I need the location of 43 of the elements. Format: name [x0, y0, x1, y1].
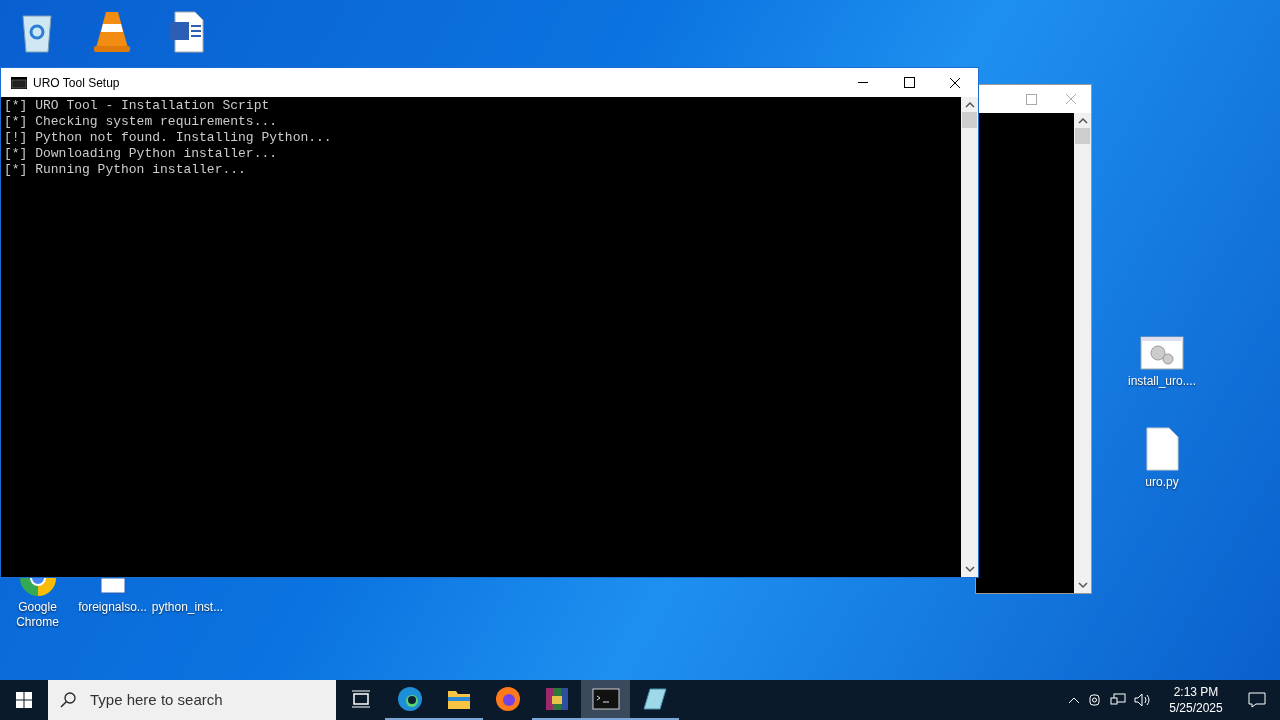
icon-label: python_inst...	[151, 600, 224, 615]
windows-icon	[16, 692, 32, 708]
edge-icon	[396, 686, 423, 712]
close-icon	[949, 76, 961, 89]
console-line: [*] URO Tool - Installation Script	[4, 98, 271, 114]
search-field[interactable]: Type here to search	[48, 680, 336, 720]
search-icon	[60, 692, 76, 708]
firefox-icon	[494, 686, 521, 712]
icon-label: uro.py	[1145, 475, 1179, 490]
icon-label: foreignalso...	[78, 600, 147, 615]
scrollbar[interactable]	[1074, 113, 1091, 593]
scroll-down-icon[interactable]	[1077, 581, 1088, 589]
scroll-up-icon[interactable]	[964, 101, 975, 109]
cmd-icon	[591, 688, 620, 710]
icon-label: Google Chrome	[15, 600, 60, 630]
winrar-icon	[543, 686, 570, 712]
clock[interactable]: 2:13 PM 5/25/2025	[1158, 684, 1234, 716]
icon-label: install_uro....	[1127, 374, 1196, 389]
taskview-icon	[350, 690, 371, 708]
console-line: [*] Downloading Python installer...	[4, 146, 279, 162]
taskbar-button[interactable]	[581, 680, 630, 720]
scroll-thumb[interactable]	[1075, 128, 1090, 144]
camera-icon[interactable]	[1088, 693, 1102, 707]
network-icon[interactable]	[1110, 693, 1126, 707]
volume-icon[interactable]	[1134, 693, 1152, 707]
console-line: [*] Running Python installer...	[4, 162, 247, 178]
console-line: [!] Python not found. Installing Python...	[4, 130, 333, 146]
scroll-up-icon[interactable]	[1077, 117, 1088, 125]
explorer-icon	[446, 688, 471, 710]
scroll-down-icon[interactable]	[964, 565, 975, 573]
chevron-up-icon[interactable]	[1068, 696, 1080, 704]
minimize-icon	[858, 82, 868, 83]
window-title: URO Tool Setup	[33, 74, 120, 92]
word-icon	[166, 10, 207, 54]
file-icon	[1145, 427, 1179, 471]
setup-icon	[1140, 336, 1184, 370]
notepad-icon	[641, 687, 668, 711]
console-icon	[11, 76, 27, 89]
maximize-icon	[903, 77, 915, 88]
notification-icon	[1248, 692, 1266, 708]
console-line: [*] Checking system requirements...	[4, 114, 279, 130]
scrollbar[interactable]	[961, 97, 978, 577]
scroll-thumb[interactable]	[962, 112, 977, 128]
